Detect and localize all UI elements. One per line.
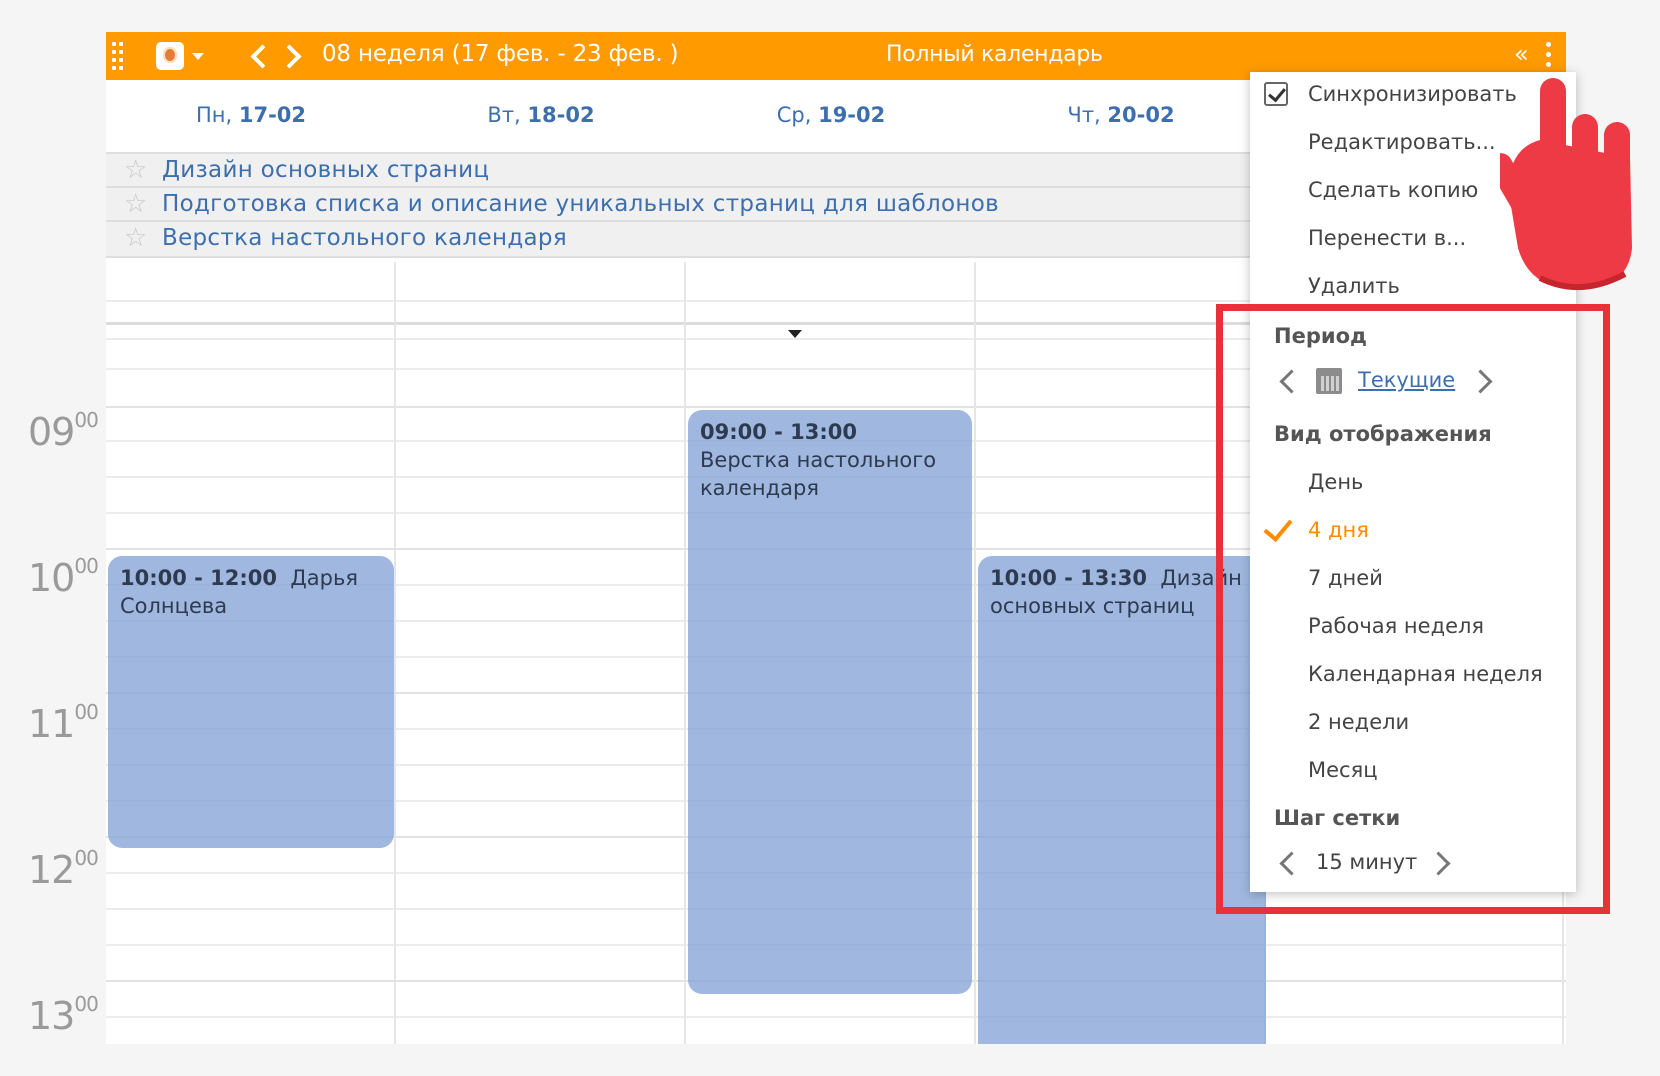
task-title[interactable]: Дизайн основных страниц: [162, 157, 489, 183]
task-title[interactable]: Подготовка списка и описание уникальных …: [162, 191, 999, 217]
expand-icon[interactable]: [788, 330, 802, 338]
day-header-mon[interactable]: Пн, 17-02: [106, 84, 396, 146]
menu-item-delete[interactable]: Удалить: [1308, 274, 1400, 298]
menu-item-edit[interactable]: Редактировать...: [1308, 130, 1496, 154]
event-title: Верстка настольного календаря: [700, 448, 937, 500]
collapse-icon[interactable]: «: [1514, 40, 1529, 68]
next-week-button[interactable]: [278, 42, 306, 70]
star-icon[interactable]: ☆: [124, 156, 147, 184]
highlight-frame: [1216, 304, 1610, 914]
app-logo-icon[interactable]: [156, 42, 184, 70]
day-header-wed[interactable]: Ср, 19-02: [686, 84, 976, 146]
day-column-divider: [974, 262, 976, 1044]
hour-label: 1300: [28, 992, 99, 1038]
task-title[interactable]: Верстка настольного календаря: [162, 225, 567, 251]
drag-handle-icon[interactable]: [112, 42, 126, 70]
hour-label: 1000: [28, 554, 99, 600]
star-icon[interactable]: ☆: [124, 190, 147, 218]
checkbox-checked-icon[interactable]: [1264, 82, 1288, 106]
hour-label: 1100: [28, 700, 99, 746]
week-label[interactable]: 08 неделя (17 фев. - 23 фев. ): [322, 41, 679, 67]
calendar-event[interactable]: 10:00 - 12:00 Дарья Солнцева: [108, 556, 394, 848]
day-header-thu[interactable]: Чт, 20-02: [976, 84, 1266, 146]
chevron-down-icon[interactable]: [192, 53, 204, 60]
previous-week-button[interactable]: [246, 42, 274, 70]
day-header-tue[interactable]: Вт, 18-02: [396, 84, 686, 146]
hour-label: 1200: [28, 846, 99, 892]
event-time: 10:00 - 12:00: [120, 566, 278, 590]
hour-label: 0900: [28, 408, 99, 454]
event-time: 10:00 - 13:30: [990, 566, 1148, 590]
pointing-hand-icon: [1500, 78, 1632, 290]
menu-item-move[interactable]: Перенести в...: [1308, 226, 1466, 250]
calendar-event[interactable]: 09:00 - 13:00 Верстка настольного календ…: [688, 410, 972, 994]
star-icon[interactable]: ☆: [124, 224, 147, 252]
day-column-divider: [394, 262, 396, 1044]
menu-item-label[interactable]: Синхронизировать: [1308, 82, 1517, 106]
menu-item-copy[interactable]: Сделать копию: [1308, 178, 1478, 202]
grid-line: [106, 1016, 1566, 1018]
more-menu-icon[interactable]: [1544, 42, 1552, 70]
calendar-title: Полный календарь: [886, 42, 1103, 67]
event-time: 09:00 - 13:00: [700, 420, 858, 444]
day-column-divider: [684, 262, 686, 1044]
